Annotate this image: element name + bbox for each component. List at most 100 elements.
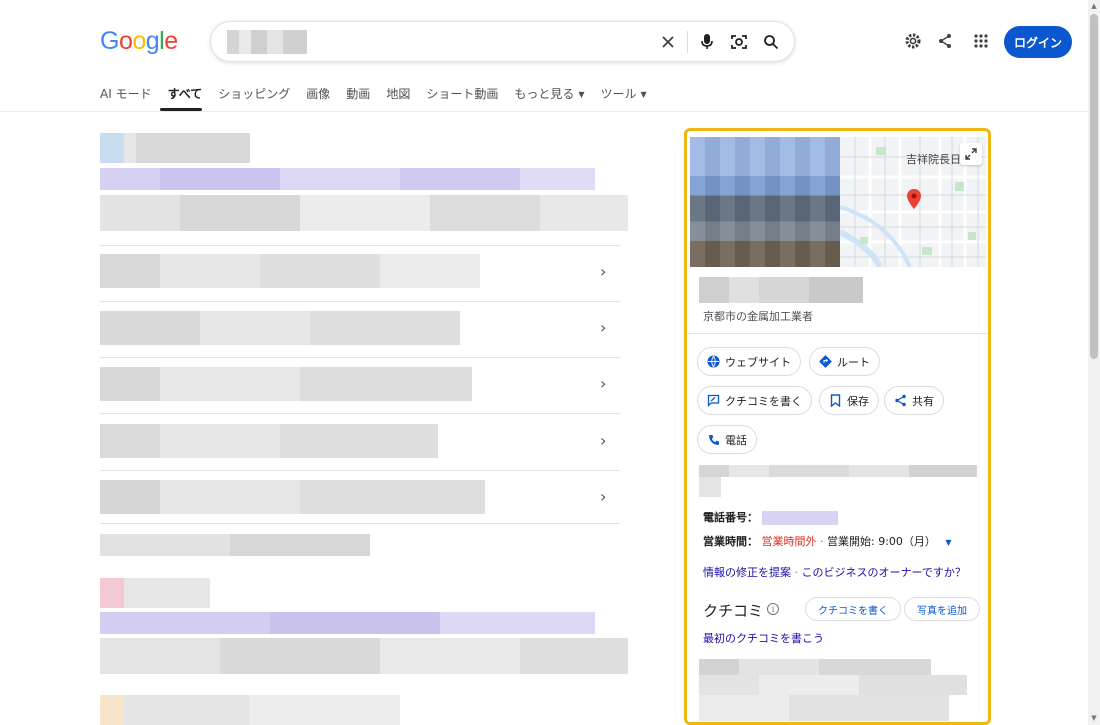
divider [687,333,988,334]
sitelink-redacted[interactable] [100,367,472,401]
address-redacted [699,465,977,477]
tab-shopping[interactable]: ショッピング [210,86,298,110]
chevron-right-icon[interactable]: › [600,320,614,336]
edit-links: 情報の修正を提案 · このビジネスのオーナーですか？ [703,564,966,580]
review-edit-icon [707,394,720,407]
result-title-redacted[interactable] [100,612,595,634]
website-chip[interactable]: ウェブサイト [697,347,801,376]
gear-icon[interactable] [902,30,924,52]
share-label: 共有 [912,394,934,408]
business-name-redacted [699,277,863,303]
sitelink-redacted[interactable] [100,254,480,288]
sitelink-redacted[interactable] [100,311,460,345]
business-photo[interactable] [690,137,840,267]
suggest-edit-link[interactable]: 情報の修正を提案 [703,566,791,579]
tab-images[interactable]: 画像 [298,86,338,110]
call-label: 電話 [725,433,747,447]
call-chip[interactable]: 電話 [697,425,757,454]
chevron-down-icon[interactable]: ▼ [945,538,951,547]
search-icon[interactable] [760,31,782,53]
phone-label: 電話番号： [703,511,758,524]
login-button[interactable]: ログイン [1004,26,1072,58]
result-title-redacted[interactable] [100,168,595,190]
chevron-right-icon[interactable]: › [600,433,614,449]
tab-more-label: もっと見る [514,87,575,101]
link-separator: · [791,566,802,579]
tab-ai-mode[interactable]: AI モード [100,86,160,110]
sitelink-redacted[interactable] [100,480,485,514]
hours-row[interactable]: 営業時間： 営業時間外 · 営業開始: 9:00（月） ▼ [703,533,952,549]
phone-row: 電話番号： [703,509,838,525]
result-site-redacted [100,578,210,608]
bookmark-icon [829,394,842,407]
divider [100,470,620,471]
tab-tools[interactable]: ツール ▼ [593,86,655,110]
divider [100,413,620,414]
route-chip[interactable]: ルート [809,347,880,376]
chevron-right-icon[interactable]: › [600,264,614,280]
panel-content-redacted [699,659,931,675]
result-site-redacted [100,695,400,725]
route-label: ルート [837,355,870,369]
result-snippet-redacted [100,195,628,231]
chevron-down-icon: ▼ [640,89,647,99]
phone-number-redacted[interactable] [762,511,838,525]
save-chip[interactable]: 保存 [819,386,879,415]
globe-icon [707,355,720,368]
map-pin-icon [907,189,921,213]
add-photo-button[interactable]: 写真を追加 [904,597,980,621]
hours-separator: · [816,535,827,548]
write-review-chip[interactable]: クチコミを書く [697,386,812,415]
search-tabs: AI モード すべて ショッピング 画像 動画 地図 ショート動画 もっと見る ▼… [100,86,655,111]
panel-content-redacted [699,675,967,695]
chevron-right-icon[interactable]: › [600,489,614,505]
scrollbar-thumb[interactable] [1090,14,1098,359]
address-redacted [699,477,721,497]
divider [100,523,620,524]
share-icon [894,394,907,407]
logo-letter: o [132,27,146,55]
camera-lens-icon[interactable] [728,31,750,53]
map-place-label: 吉祥院長日 [906,153,961,166]
sitelink-redacted[interactable] [100,424,438,458]
search-box[interactable] [210,21,795,62]
apps-grid-icon[interactable] [970,30,992,52]
tab-videos[interactable]: 動画 [338,86,378,110]
first-review-link[interactable]: 最初のクチコミを書こう [703,630,824,646]
divider [100,301,620,302]
expand-icon[interactable] [960,143,982,165]
reviews-heading: クチコミ [703,602,764,620]
chevron-right-icon[interactable]: › [600,376,614,392]
tab-short-videos[interactable]: ショート動画 [418,86,506,110]
business-category: 京都市の金属加工業者 [703,310,813,323]
tab-tools-label: ツール [600,87,637,101]
share-icon[interactable] [934,30,956,52]
scroll-down-arrow-icon[interactable]: ▼ [1090,714,1098,722]
tabs-divider [0,111,1088,112]
save-label: 保存 [847,394,869,408]
map-preview[interactable]: 吉祥院長日 [840,137,986,267]
mic-icon[interactable] [696,31,718,53]
tab-all[interactable]: すべて [159,86,211,111]
website-label: ウェブサイト [725,355,791,369]
knowledge-panel: 吉祥院長日 京都市の金属加工業者 ウェブサイト ルート クチコミを書く 保存 共… [684,128,991,725]
tab-more[interactable]: もっと見る ▼ [506,86,592,110]
close-icon[interactable] [657,31,679,53]
phone-icon [707,433,720,446]
info-icon[interactable]: i [767,603,779,615]
logo-letter: e [164,27,178,55]
panel-content-redacted [699,695,949,721]
hours-label: 営業時間： [703,535,758,548]
write-review-button[interactable]: クチコミを書く [805,597,901,621]
result-site-redacted [100,133,250,163]
share-chip[interactable]: 共有 [884,386,944,415]
tab-maps[interactable]: 地図 [378,86,418,110]
chevron-down-icon: ▼ [578,89,585,99]
hours-status: 営業時間外 [761,535,817,548]
search-divider [687,31,688,53]
google-logo[interactable]: Google [100,27,178,56]
search-query-redacted[interactable] [227,30,307,54]
owner-question-link[interactable]: このビジネスのオーナーですか？ [802,566,966,579]
page-scrollbar[interactable]: ▲ ▼ [1088,0,1100,725]
scroll-up-arrow-icon[interactable]: ▲ [1090,2,1098,10]
